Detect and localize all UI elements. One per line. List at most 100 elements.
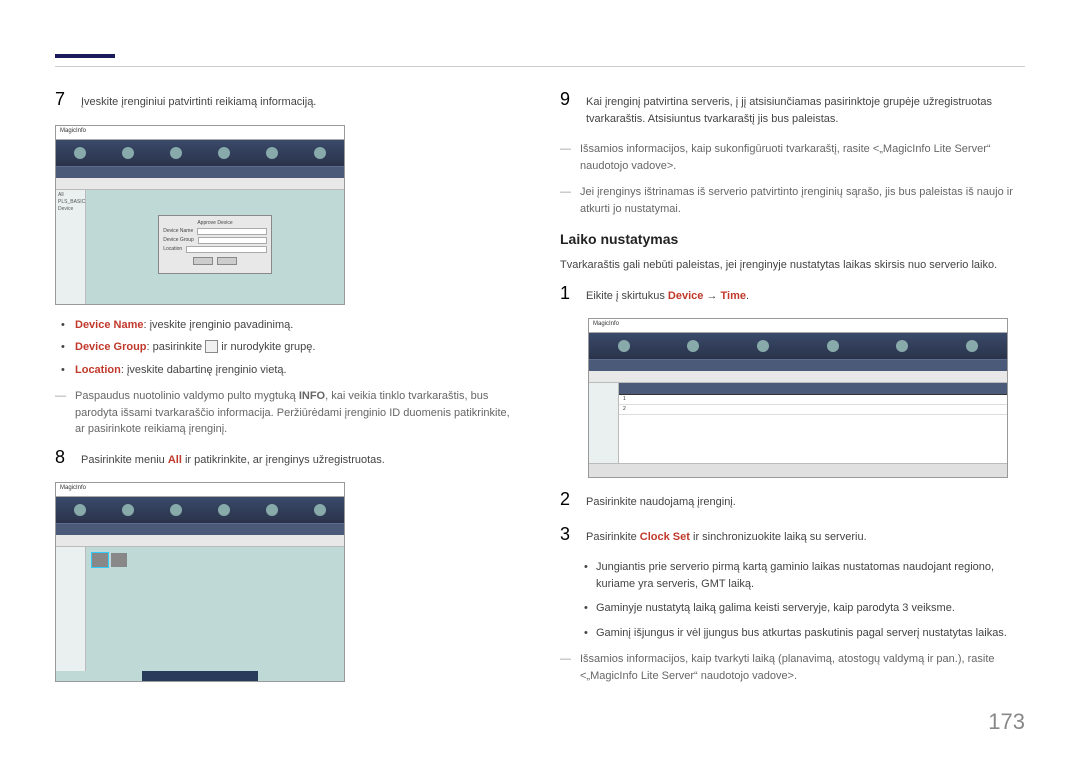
- note-info-button: Paspaudus nuotolinio valdymo pulto mygtu…: [55, 388, 520, 438]
- ss-dialog-button: [217, 257, 237, 265]
- note-device-removed: Jei įrenginys ištrinamas iš serverio pat…: [560, 184, 1025, 217]
- ss-dialog-label: Device Name: [163, 228, 193, 234]
- time-intro: Tvarkaraštis gali nebūti paleistas, jei …: [560, 257, 1025, 274]
- ss-nav-icon: [618, 340, 630, 352]
- ss-nav-icon: [74, 147, 86, 159]
- ss-dialog-input: [197, 228, 267, 235]
- step-number-3: 3: [560, 525, 574, 546]
- text-device-group-b: ir nurodykite grupę.: [218, 341, 315, 353]
- step3-bold: Clock Set: [640, 531, 690, 543]
- ss-dialog-label: Device Group: [163, 237, 194, 243]
- page-number: 173: [988, 709, 1025, 735]
- ss-nav-icon: [170, 504, 182, 516]
- text-location: : įveskite dabartinę įrenginio vietą.: [121, 364, 287, 376]
- ss-tabs: [56, 166, 344, 178]
- dash1-a: Paspaudus nuotolinio valdymo pulto mygtu…: [75, 390, 299, 402]
- dash1-bold: INFO: [299, 390, 325, 402]
- label-device-name: Device Name: [75, 319, 144, 331]
- step-8-text: Pasirinkite meniu All ir patikrinkite, a…: [81, 448, 385, 469]
- screenshot-device-list: MagicInfo: [55, 482, 345, 682]
- ss-table-row: 1: [619, 395, 1007, 405]
- step8-a: Pasirinkite meniu: [81, 454, 168, 466]
- step3-b: ir sinchronizuokite laiką su serveriu.: [690, 531, 867, 543]
- header-accent: [55, 54, 115, 58]
- step-number-1: 1: [560, 284, 574, 305]
- sub-bullet-restore: Gaminį išjungus ir vėl įjungus bus atkur…: [560, 625, 1025, 642]
- screenshot-time-tab: MagicInfo 1 2: [588, 318, 1008, 478]
- step1-arrow: →: [703, 290, 720, 302]
- ss-dialog-input: [198, 237, 267, 244]
- right-column: 9 Kai įrenginį patvirtina serveris, į jį…: [560, 90, 1025, 694]
- text-device-group-a: : pasirinkite: [147, 341, 206, 353]
- step-number-8: 8: [55, 448, 69, 469]
- screenshot-approve-dialog: MagicInfo All PLS_BASIC Device: [55, 125, 345, 305]
- step1-bold1: Device: [668, 290, 703, 302]
- ss-dialog-button: [193, 257, 213, 265]
- ss-sidebar: [56, 547, 86, 671]
- step1-a: Eikite į skirtukus: [586, 290, 668, 302]
- ss-table-header: [619, 383, 1007, 395]
- ss-brand: MagicInfo: [56, 126, 344, 140]
- ss-brand: MagicInfo: [56, 483, 344, 497]
- ss-nav-icon: [757, 340, 769, 352]
- ss-bottombar: [142, 671, 257, 681]
- ss-dialog: Approve Device Device Name Device Group …: [158, 215, 272, 274]
- bullet-location: Location: įveskite dabartinę įrenginio v…: [55, 362, 520, 379]
- step-9-text: Kai įrenginį patvirtina serveris, į jį a…: [586, 90, 1025, 127]
- ss-tabs: [589, 359, 1007, 371]
- step-2-text: Pasirinkite naudojamą įrenginį.: [586, 490, 736, 511]
- step-3-text: Pasirinkite Clock Set ir sinchronizuokit…: [586, 525, 867, 546]
- ss-dialog-title: Approve Device: [163, 220, 267, 226]
- ss-toolbar: [56, 178, 344, 190]
- step8-b: ir patikrinkite, ar įrenginys užregistru…: [182, 454, 385, 466]
- text-device-name: : įveskite įrenginio pavadinimą.: [144, 319, 294, 331]
- step8-bold: All: [168, 454, 182, 466]
- ss-nav-icon: [122, 147, 134, 159]
- ss-nav-icon: [74, 504, 86, 516]
- ss-thumb-selected: [92, 553, 108, 567]
- ss-thumb: [111, 553, 127, 567]
- ss-dialog-label: Location: [163, 246, 182, 252]
- ss-side-item: Device: [58, 206, 83, 213]
- ss-footer: [589, 463, 1007, 477]
- ellipsis-button-icon: [205, 340, 218, 353]
- ss-nav-icon: [218, 147, 230, 159]
- ss-nav-icon: [827, 340, 839, 352]
- label-device-group: Device Group: [75, 341, 147, 353]
- ss-nav-icon: [266, 147, 278, 159]
- step1-bold2: Time: [721, 290, 746, 302]
- bullet-device-name: Device Name: įveskite įrenginio pavadini…: [55, 317, 520, 334]
- step3-a: Pasirinkite: [586, 531, 640, 543]
- note-time-guide: Išsamios informacijos, kaip tvarkyti lai…: [560, 651, 1025, 684]
- ss-nav-icon: [314, 504, 326, 516]
- step-1-text: Eikite į skirtukus Device → Time.: [586, 284, 749, 305]
- ss-side-item: All: [58, 192, 83, 199]
- ss-toolbar: [56, 535, 344, 547]
- heading-time-setting: Laiko nustatymas: [560, 231, 1025, 247]
- ss-nav-icon: [896, 340, 908, 352]
- step1-end: .: [746, 290, 749, 302]
- ss-nav-icon: [687, 340, 699, 352]
- ss-sidebar: All PLS_BASIC Device: [56, 190, 86, 304]
- label-location: Location: [75, 364, 121, 376]
- ss-side-item: PLS_BASIC: [58, 199, 83, 206]
- step-number-2: 2: [560, 490, 574, 511]
- step-7-text: Įveskite įrenginiui patvirtinti reikiamą…: [81, 90, 316, 111]
- sub-bullet-change: Gaminyje nustatytą laiką galima keisti s…: [560, 600, 1025, 617]
- step-number-7: 7: [55, 90, 69, 111]
- ss-nav-icon: [170, 147, 182, 159]
- left-column: 7 Įveskite įrenginiui patvirtinti reikia…: [55, 90, 520, 694]
- step-number-9: 9: [560, 90, 574, 127]
- ss-nav-icon: [218, 504, 230, 516]
- sub-bullet-gmt: Jungiantis prie serverio pirmą kartą gam…: [560, 559, 1025, 592]
- ss-brand: MagicInfo: [589, 319, 1007, 333]
- ss-tabs: [56, 523, 344, 535]
- ss-nav-icon: [122, 504, 134, 516]
- ss-nav-icon: [314, 147, 326, 159]
- note-schedule-guide: Išsamios informacijos, kaip sukonfigūruo…: [560, 141, 1025, 174]
- ss-dialog-input: [186, 246, 267, 253]
- bullet-device-group: Device Group: pasirinkite ir nurodykite …: [55, 339, 520, 356]
- ss-table-row: 2: [619, 405, 1007, 415]
- ss-nav-icon: [966, 340, 978, 352]
- header-divider: [55, 66, 1025, 67]
